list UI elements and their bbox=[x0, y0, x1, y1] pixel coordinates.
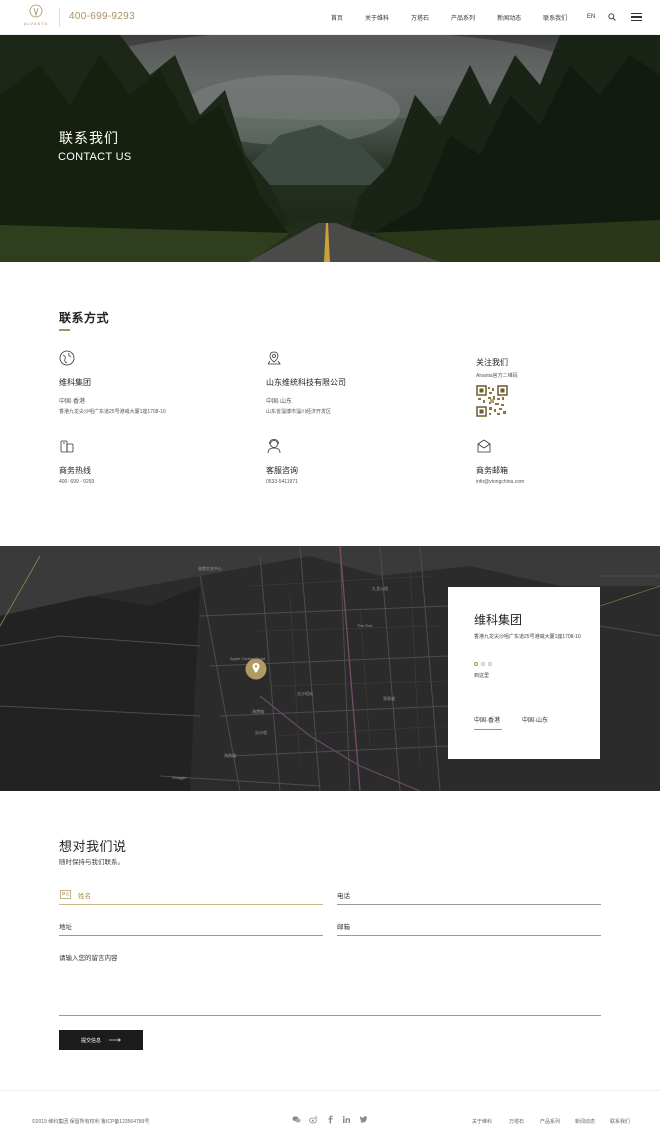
map-label: 九龙公园 bbox=[372, 586, 388, 591]
contact-region: 中国·香港 bbox=[59, 399, 85, 405]
location-pin-icon bbox=[267, 351, 281, 365]
copyright: ©2019 维科集团 保留所有权利 鲁ICP备123564789号 bbox=[32, 1119, 150, 1125]
nav-item-products[interactable]: 产品系列 bbox=[451, 13, 475, 22]
customer-service-icon bbox=[267, 439, 281, 454]
map-label: 海港城 bbox=[252, 709, 264, 714]
email-field[interactable]: 邮箱 bbox=[337, 916, 601, 936]
contact-region: 中国·山东 bbox=[266, 399, 292, 405]
map-label: 香港文化中心 bbox=[198, 566, 222, 571]
main-nav: 首页 关于维科 万塔石 产品系列 新闻动态 联系我们 bbox=[331, 0, 589, 35]
nav-item-news[interactable]: 新闻动态 bbox=[497, 13, 521, 22]
contact-block-service: 客服咨询 0533-5411971 bbox=[266, 438, 298, 485]
logo[interactable]: ALVANTA bbox=[19, 4, 53, 31]
directions-link[interactable]: 到这里 bbox=[474, 672, 489, 679]
contact-name: 商务热线 bbox=[59, 466, 91, 475]
map-label: The One bbox=[357, 623, 373, 628]
mail-icon bbox=[477, 439, 491, 453]
submit-button[interactable]: 提交信息 bbox=[59, 1030, 143, 1050]
header-phone: 400-699-9293 bbox=[69, 11, 135, 22]
contact-name: 商务邮箱 bbox=[476, 466, 508, 475]
card-title: 维科集团 bbox=[474, 613, 523, 627]
qr-code-image bbox=[476, 385, 508, 417]
nav-item-contact[interactable]: 联系我们 bbox=[543, 13, 567, 22]
forest-road-image bbox=[0, 35, 660, 262]
map-label: 弥敦道 bbox=[383, 696, 395, 701]
map-label: 尖沙咀站 bbox=[297, 691, 313, 696]
site-footer: ©2019 维科集团 保留所有权利 鲁ICP备123564789号 关于维科 万… bbox=[0, 1090, 660, 1147]
globe-icon bbox=[59, 350, 75, 366]
contact-name: 山东维统科技有限公司 bbox=[266, 378, 346, 387]
footer-link-news[interactable]: 新闻动态 bbox=[575, 1118, 595, 1125]
title-underline bbox=[59, 329, 70, 331]
nav-item-about[interactable]: 关于维科 bbox=[365, 13, 389, 22]
language-switch[interactable]: EN bbox=[587, 14, 595, 20]
follow-title: 关注我们 bbox=[476, 358, 508, 367]
active-tab-indicator bbox=[474, 729, 502, 730]
map[interactable]: Apple Canton Road 海港城 尖沙咀 Smiggle 九龙公园 香… bbox=[0, 546, 660, 791]
email-field-label: 邮箱 bbox=[337, 924, 350, 931]
phone-field[interactable]: 电话 bbox=[337, 885, 601, 905]
address-field-label: 地址 bbox=[59, 924, 72, 931]
weibo-icon[interactable] bbox=[309, 1115, 318, 1124]
follow-subtitle: Alvanta官方二维码 bbox=[476, 373, 518, 379]
id-card-icon bbox=[60, 890, 71, 899]
form-title: 想对我们说 bbox=[59, 839, 127, 854]
facebook-icon[interactable] bbox=[326, 1115, 335, 1124]
arrow-right-icon bbox=[109, 1038, 121, 1042]
contact-address: 山东省淄博市淄川经济开发区 bbox=[266, 409, 332, 415]
map-label: 尖沙咀 bbox=[255, 730, 267, 735]
message-field-label: 请输入您的留言内容 bbox=[59, 955, 118, 962]
contact-block-email: 商务邮箱 info@vtongchina.com bbox=[476, 438, 524, 485]
menu-icon[interactable] bbox=[631, 13, 642, 21]
name-field-label: 姓名 bbox=[78, 893, 91, 900]
footer-link-contact[interactable]: 联系我们 bbox=[610, 1118, 630, 1125]
twitter-icon[interactable] bbox=[359, 1115, 368, 1124]
contact-block-group: 维科集团 中国·香港 香港九龙尖沙咀广东道25号港威大厦1座1708-10 bbox=[59, 350, 166, 415]
contact-email[interactable]: info@vtongchina.com bbox=[476, 479, 524, 485]
contact-address: 香港九龙尖沙咀广东道25号港威大厦1座1708-10 bbox=[59, 409, 166, 415]
footer-link-stone[interactable]: 万塔石 bbox=[509, 1118, 524, 1125]
contact-name: 维科集团 bbox=[59, 378, 91, 387]
form-subtitle: 随时保持与我们联系。 bbox=[59, 859, 124, 866]
map-label: Smiggle bbox=[172, 775, 187, 780]
hero-banner: 联系我们 CONTACT US bbox=[0, 35, 660, 262]
card-pagination[interactable] bbox=[474, 662, 492, 666]
map-marker-icon[interactable] bbox=[245, 658, 267, 680]
footer-link-about[interactable]: 关于维科 bbox=[472, 1118, 492, 1125]
nav-item-stone[interactable]: 万塔石 bbox=[411, 13, 429, 22]
contact-phone: 400- 699 - 9293 bbox=[59, 479, 95, 485]
wechat-icon[interactable] bbox=[292, 1115, 301, 1124]
header-divider bbox=[59, 8, 60, 27]
contact-section-title: 联系方式 bbox=[59, 311, 110, 325]
address-field[interactable]: 地址 bbox=[59, 916, 323, 936]
nav-item-home[interactable]: 首页 bbox=[331, 13, 343, 22]
hero-title: 联系我们 bbox=[59, 130, 119, 146]
message-field[interactable]: 请输入您的留言内容 bbox=[59, 947, 601, 1016]
map-info-card: 维科集团 香港九龙尖沙咀广东道25号港威大厦1座1708-10 到这里 bbox=[448, 587, 600, 759]
name-field[interactable]: 姓名 bbox=[59, 885, 323, 905]
submit-button-label: 提交信息 bbox=[80, 1037, 101, 1044]
phone-icon bbox=[60, 440, 74, 453]
logo-emblem-icon bbox=[29, 4, 43, 18]
search-icon[interactable] bbox=[608, 13, 616, 21]
phone-field-label: 电话 bbox=[337, 893, 350, 900]
hero-subtitle: CONTACT US bbox=[58, 151, 132, 163]
contact-phone: 0533-5411971 bbox=[266, 479, 298, 485]
footer-link-products[interactable]: 产品系列 bbox=[540, 1118, 560, 1125]
contact-block-shandong: 山东维统科技有限公司 中国·山东 山东省淄博市淄川经济开发区 bbox=[266, 350, 346, 415]
map-label: 海防道 bbox=[224, 753, 236, 758]
site-header: ALVANTA 400-699-9293 首页 关于维科 万塔石 产品系列 新闻… bbox=[0, 0, 660, 35]
tab-shandong[interactable]: 中国·山东 bbox=[522, 715, 548, 724]
linkedin-icon[interactable] bbox=[342, 1115, 351, 1124]
logo-text: ALVANTA bbox=[23, 21, 49, 26]
card-address: 香港九龙尖沙咀广东道25号港威大厦1座1708-10 bbox=[474, 634, 581, 640]
contact-block-hotline: 商务热线 400- 699 - 9293 bbox=[59, 438, 94, 485]
tab-hong-kong[interactable]: 中国·香港 bbox=[474, 715, 500, 724]
contact-name: 客服咨询 bbox=[266, 466, 298, 475]
